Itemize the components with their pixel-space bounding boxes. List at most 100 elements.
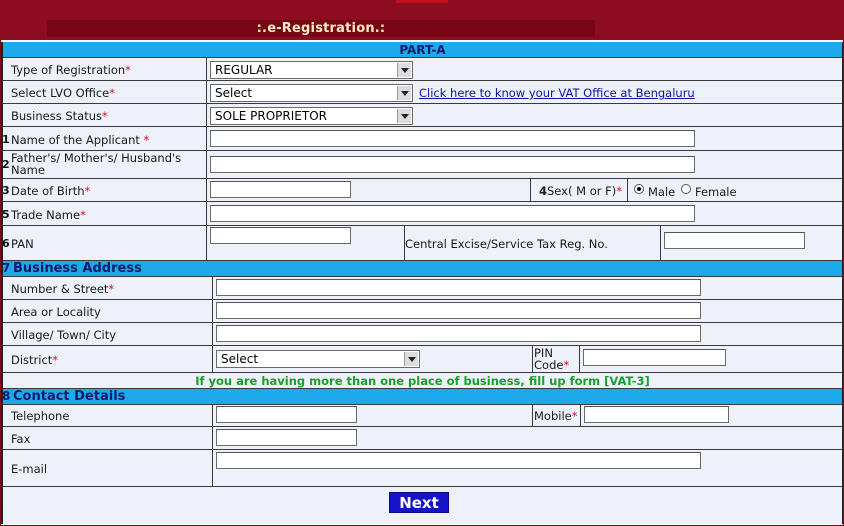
district-label: District* xyxy=(11,353,59,367)
section-number: 8 xyxy=(2,389,11,403)
row-number: 5 xyxy=(2,208,10,221)
column-divider xyxy=(212,404,213,426)
registration-type-value: REGULAR xyxy=(215,63,273,77)
registration-type-select[interactable]: REGULAR xyxy=(210,61,413,79)
mobile-input[interactable] xyxy=(584,406,729,423)
street-row: Number & Street* xyxy=(3,277,842,300)
email-row: E-mail xyxy=(3,450,842,487)
sex-number: 4 xyxy=(539,184,548,198)
pan-input[interactable] xyxy=(210,227,351,244)
trade-name-label: Trade Name* xyxy=(11,208,86,222)
column-divider xyxy=(206,81,207,103)
row-number: 2 xyxy=(2,158,10,171)
applicant-name-row: 1 Name of the Applicant * xyxy=(2,127,842,151)
trade-name-input[interactable] xyxy=(210,205,695,222)
telephone-input[interactable] xyxy=(216,406,357,423)
district-value: Select xyxy=(221,352,259,366)
guardian-name-row: 2 Father's/ Mother's/ Husband's Name xyxy=(2,151,842,179)
sex-male-label: Male xyxy=(648,185,676,199)
column-divider xyxy=(212,277,213,299)
row-number: 1 xyxy=(2,133,10,146)
mobile-label: Mobile* xyxy=(534,409,578,423)
sex-male-radio[interactable] xyxy=(634,184,644,194)
street-label: Number & Street* xyxy=(11,282,115,296)
title-banner: :.e-Registration.: xyxy=(0,0,844,40)
email-input[interactable] xyxy=(216,452,701,469)
telephone-label: Telephone xyxy=(11,409,70,423)
telephone-row: Telephone Mobile* xyxy=(3,404,842,427)
row-number: 6 xyxy=(2,237,10,250)
column-divider xyxy=(660,226,661,260)
vat-office-link[interactable]: Click here to know your VAT Office at Be… xyxy=(419,86,695,100)
chevron-down-icon xyxy=(404,352,418,366)
lvo-office-label: Select LVO Office* xyxy=(11,86,115,100)
part-header: PART-A xyxy=(399,43,446,57)
row-number: 3 xyxy=(2,184,10,197)
business-address-heading: Business Address xyxy=(13,261,142,276)
district-row: District* Select PIN Code* xyxy=(3,346,842,373)
business-status-select[interactable]: SOLE PROPRIETOR xyxy=(210,107,413,125)
column-divider xyxy=(206,151,207,178)
sex-female-radio[interactable] xyxy=(681,184,691,194)
section-number: 7 xyxy=(2,261,11,275)
column-divider xyxy=(206,58,207,80)
lvo-office-row: Select LVO Office* Select Click here to … xyxy=(3,81,842,104)
dob-sex-row: 3 Date of Birth* 4 Sex( M or F)* Male Fe… xyxy=(2,179,842,202)
street-input[interactable] xyxy=(216,279,701,296)
title-bar: :.e-Registration.: xyxy=(47,20,595,37)
column-divider xyxy=(212,427,213,449)
dob-input[interactable] xyxy=(210,181,351,198)
column-divider xyxy=(579,346,580,372)
business-status-value: SOLE PROPRIETOR xyxy=(215,109,327,123)
sex-female-label: Female xyxy=(695,185,737,199)
column-divider xyxy=(627,179,628,201)
fax-row: Fax xyxy=(3,427,842,450)
part-header-row: PART-A xyxy=(3,42,842,58)
fax-input[interactable] xyxy=(216,429,357,446)
dob-label: Date of Birth* xyxy=(11,184,91,198)
banner-accent xyxy=(396,0,448,3)
column-divider xyxy=(532,346,533,372)
page-title: :.e-Registration.: xyxy=(256,21,386,36)
column-divider xyxy=(212,300,213,322)
column-divider xyxy=(206,202,207,225)
chevron-down-icon xyxy=(397,109,411,123)
applicant-name-label: Name of the Applicant * xyxy=(11,133,150,147)
pan-row: 6 PAN Central Excise/Service Tax Reg. No… xyxy=(2,226,842,261)
multiple-business-notice: If you are having more than one place of… xyxy=(195,374,650,388)
column-divider xyxy=(212,450,213,486)
column-divider xyxy=(206,226,207,260)
next-button[interactable]: Next xyxy=(389,492,449,513)
column-divider xyxy=(532,404,533,426)
sex-label: Sex( M or F)* xyxy=(547,184,622,198)
contact-header: 8 Contact Details xyxy=(2,388,842,405)
excise-input[interactable] xyxy=(664,232,805,249)
registration-form: PART-A Type of Registration* REGULAR Sel… xyxy=(1,42,843,524)
village-label: Village/ Town/ City xyxy=(11,328,117,342)
business-status-row: Business Status* SOLE PROPRIETOR xyxy=(3,104,842,127)
column-divider xyxy=(212,323,213,345)
area-label: Area or Locality xyxy=(11,305,101,319)
registration-type-label: Type of Registration* xyxy=(11,63,131,77)
village-row: Village/ Town/ City xyxy=(3,323,842,346)
column-divider xyxy=(206,179,207,201)
applicant-name-input[interactable] xyxy=(210,130,695,147)
district-select[interactable]: Select xyxy=(216,350,420,368)
column-divider xyxy=(530,179,531,201)
column-divider xyxy=(206,127,207,150)
area-input[interactable] xyxy=(216,302,701,319)
lvo-office-select[interactable]: Select xyxy=(210,84,413,102)
column-divider xyxy=(580,404,581,426)
column-divider xyxy=(212,346,213,372)
business-address-header: 7 Business Address xyxy=(2,261,842,277)
guardian-name-label: Father's/ Mother's/ Husband's Name xyxy=(11,151,182,177)
pin-label: PIN Code* xyxy=(534,346,570,372)
pin-input[interactable] xyxy=(583,349,726,366)
business-status-label: Business Status* xyxy=(11,109,108,123)
area-row: Area or Locality xyxy=(3,300,842,323)
guardian-name-input[interactable] xyxy=(210,156,695,173)
trade-name-row: 5 Trade Name* xyxy=(2,202,842,226)
chevron-down-icon xyxy=(397,63,411,77)
contact-heading: Contact Details xyxy=(13,389,126,404)
village-input[interactable] xyxy=(216,325,701,342)
